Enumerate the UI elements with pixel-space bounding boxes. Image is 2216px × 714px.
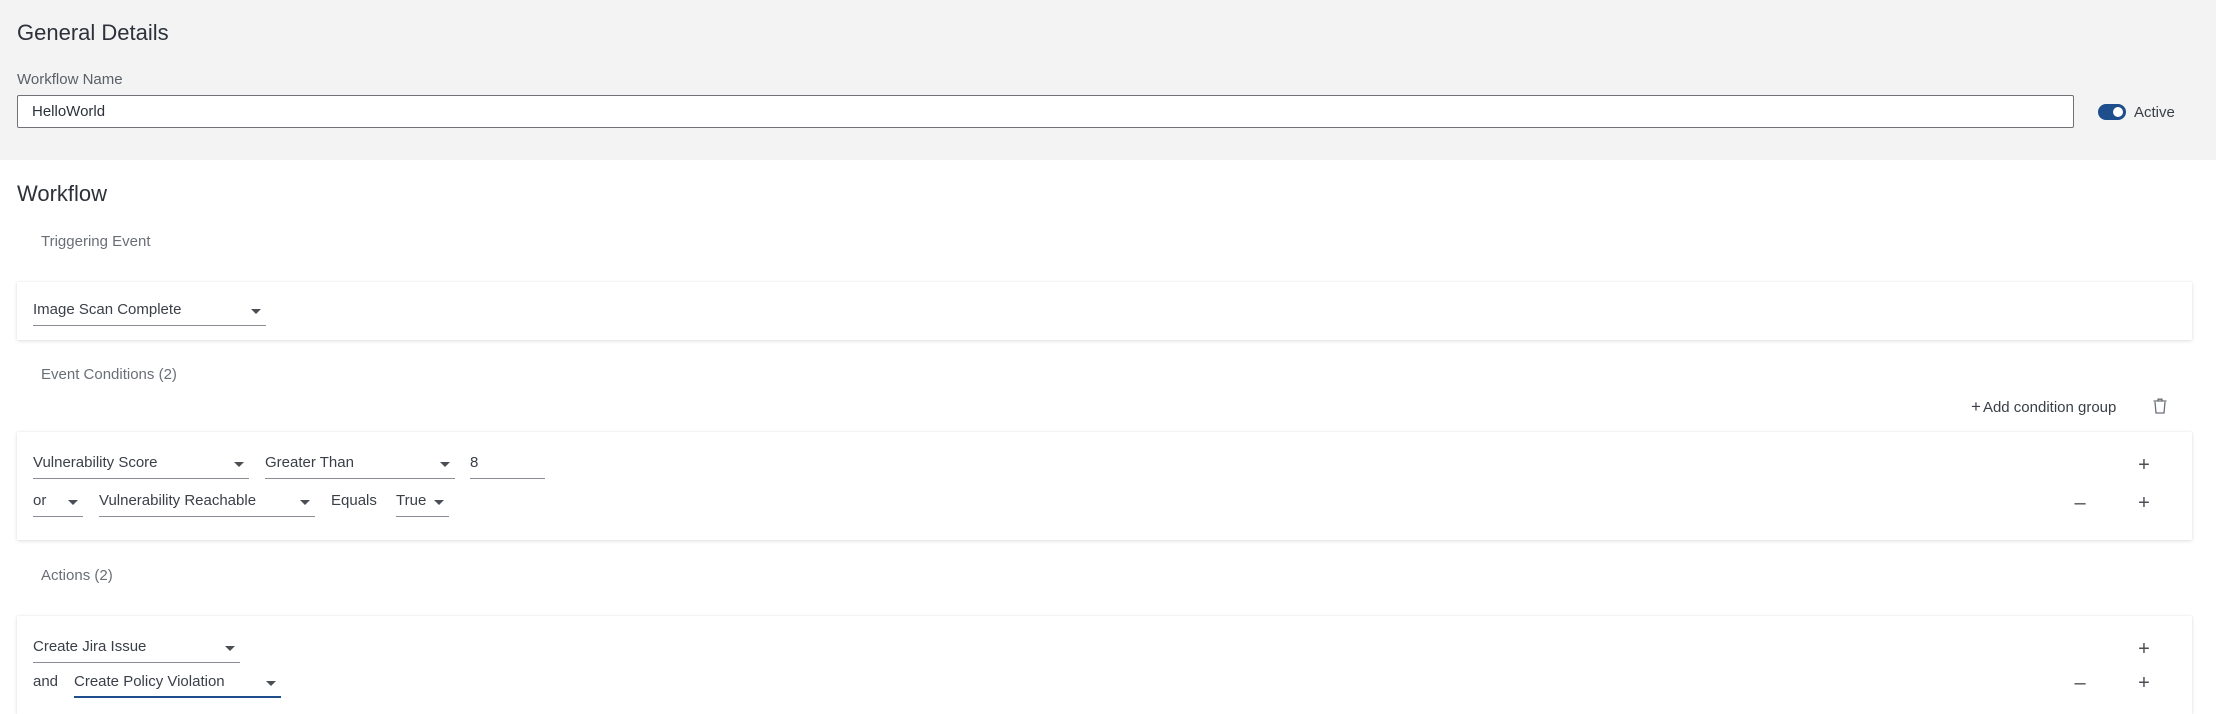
active-toggle[interactable] — [2098, 104, 2126, 120]
actions-card: Create Jira Issue + and Create Policy Vi… — [17, 616, 2192, 714]
chevron-down-icon — [68, 500, 78, 505]
action-2-connector: and — [33, 673, 59, 690]
plus-icon[interactable]: + — [2133, 492, 2155, 514]
condition-2-connector-select[interactable]: or — [33, 490, 83, 517]
trigger-card: Image Scan Complete — [17, 282, 2192, 340]
workflow-title: Workflow — [17, 181, 108, 206]
action-2-select[interactable]: Create Policy Violation — [74, 671, 281, 698]
action-2-value: Create Policy Violation — [74, 673, 225, 690]
plus-icon[interactable]: + — [2133, 672, 2155, 694]
condition-2-field-value: Vulnerability Reachable — [99, 492, 257, 509]
workflow-name-input[interactable]: HelloWorld — [17, 95, 2074, 128]
active-label: Active — [2134, 104, 2175, 121]
action-1-value: Create Jira Issue — [33, 638, 147, 655]
add-condition-group-label: Add condition group — [1982, 399, 2117, 416]
condition-2-operator-text: Equals — [331, 492, 377, 509]
chevron-down-icon — [300, 500, 310, 505]
trigger-select-value: Image Scan Complete — [33, 301, 182, 318]
condition-2-connector-value: or — [33, 492, 47, 509]
condition-2-value-select[interactable]: True — [396, 490, 449, 517]
minus-icon[interactable]: – — [2069, 672, 2091, 694]
chevron-down-icon — [251, 309, 261, 314]
chevron-down-icon — [234, 462, 244, 467]
plus-icon[interactable]: + — [2133, 638, 2155, 660]
condition-2-value: True — [396, 492, 427, 509]
trigger-select[interactable]: Image Scan Complete — [33, 299, 266, 326]
condition-1-value-input[interactable]: 8 — [470, 452, 545, 479]
general-details-title: General Details — [17, 20, 169, 45]
action-1-select[interactable]: Create Jira Issue — [33, 636, 240, 663]
general-details-section: General Details Workflow Name HelloWorld… — [0, 0, 2216, 160]
plus-icon: + — [1971, 397, 1981, 416]
toggle-knob — [2113, 107, 2123, 117]
condition-1-field-value: Vulnerability Score — [33, 454, 158, 471]
chevron-down-icon — [225, 646, 235, 651]
plus-icon[interactable]: + — [2133, 454, 2155, 476]
minus-icon[interactable]: – — [2069, 492, 2091, 514]
actions-label: Actions (2) — [41, 567, 113, 584]
chevron-down-icon — [266, 681, 276, 686]
conditions-card: Vulnerability Score Greater Than 8 + or … — [17, 432, 2192, 540]
chevron-down-icon — [440, 462, 450, 467]
condition-2-field-select[interactable]: Vulnerability Reachable — [99, 490, 315, 517]
event-conditions-label: Event Conditions (2) — [41, 366, 177, 383]
condition-1-operator-select[interactable]: Greater Than — [265, 452, 455, 479]
condition-1-operator-value: Greater Than — [265, 454, 354, 471]
triggering-event-label: Triggering Event — [41, 233, 151, 250]
add-condition-group-button[interactable]: + Add condition group — [1971, 397, 2116, 417]
trash-icon[interactable] — [2152, 397, 2168, 415]
chevron-down-icon — [434, 500, 444, 505]
condition-1-field-select[interactable]: Vulnerability Score — [33, 452, 249, 479]
workflow-name-label: Workflow Name — [17, 71, 123, 88]
